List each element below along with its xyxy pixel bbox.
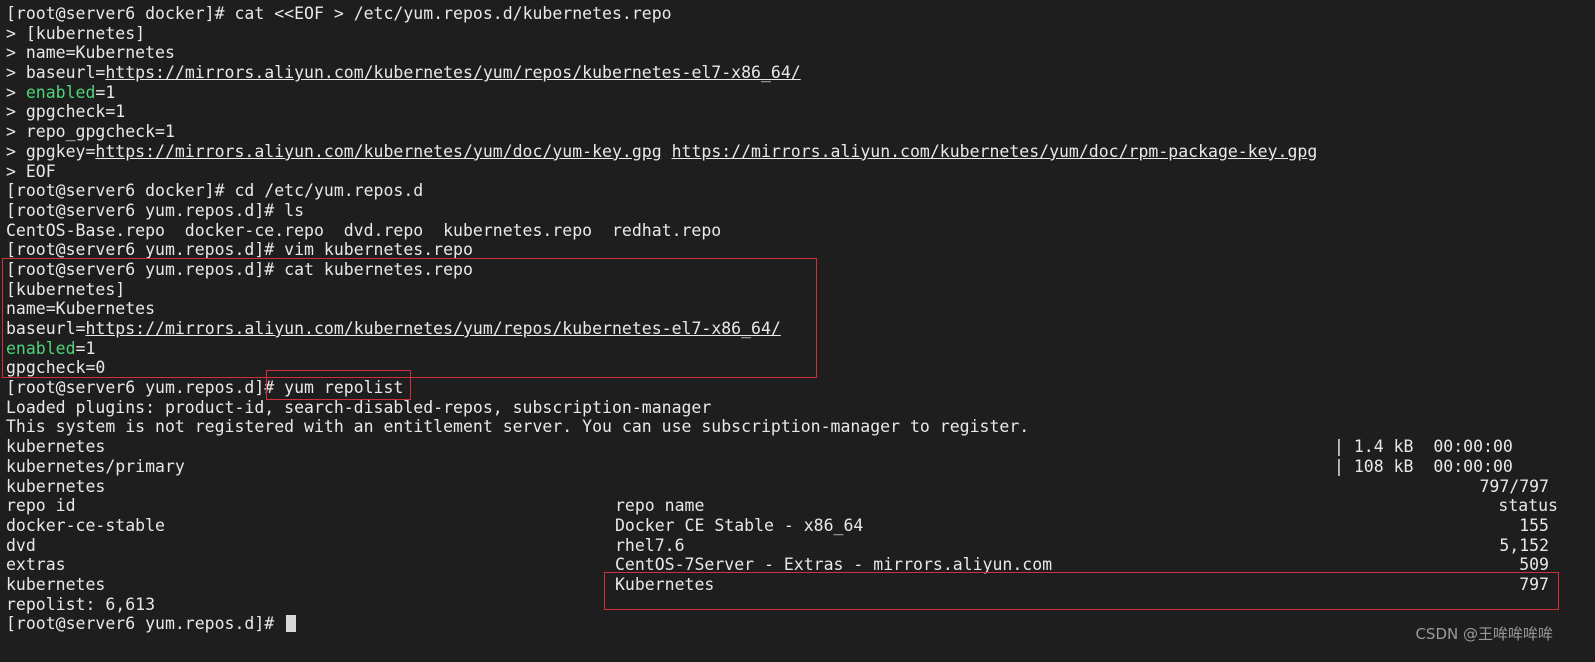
terminal-output[interactable]: [root@server6 docker]# cat <<EOF > /etc/… bbox=[6, 4, 1591, 634]
line-heredoc-gpgkey: > gpgkey=https://mirrors.aliyun.com/kube… bbox=[6, 141, 1318, 161]
line-progress: kubernetes 797/797 bbox=[6, 476, 1549, 496]
line-file-name: name=Kubernetes bbox=[6, 299, 156, 319]
line-heredoc-enabled: > enabled=1 bbox=[6, 82, 116, 102]
watermark: CSDN @王哞哞哞哞 bbox=[1415, 625, 1553, 643]
line-repolist-total: repolist: 6,613 bbox=[6, 594, 156, 614]
line-repolist-command: [root@server6 yum.repos.d]# yum repolist bbox=[6, 378, 404, 398]
line-download-2: kubernetes/primary | 108 kB 00:00:00 bbox=[6, 456, 1513, 476]
line-heredoc-command: [root@server6 docker]# cat <<EOF > /etc/… bbox=[6, 4, 672, 23]
line-download-1: kubernetes | 1.4 kB 00:00:00 bbox=[6, 437, 1513, 457]
line-heredoc-repo-gpgcheck: > repo_gpgcheck=1 bbox=[6, 122, 175, 142]
line-file-enabled: enabled=1 bbox=[6, 338, 96, 358]
table-row: docker-ce-stable Docker CE Stable - x86_6… bbox=[6, 515, 1549, 535]
line-heredoc-name: > name=Kubernetes bbox=[6, 43, 175, 63]
line-registration-notice: This system is not registered with an en… bbox=[6, 417, 1030, 437]
table-row: extras CentOS-7Server - Extras - mirrors.… bbox=[6, 555, 1549, 575]
file-baseurl-link: https://mirrors.aliyun.com/kubernetes/yu… bbox=[85, 319, 781, 338]
line-heredoc-gpgcheck: > gpgcheck=1 bbox=[6, 102, 126, 122]
line-current-prompt[interactable]: [root@server6 yum.repos.d]# bbox=[6, 614, 1591, 634]
line-file-baseurl: baseurl=https://mirrors.aliyun.com/kuber… bbox=[6, 319, 781, 338]
table-row: dvd rhel7.6 5,152 bbox=[6, 535, 1549, 555]
gpgkey-link-2: https://mirrors.aliyun.com/kubernetes/yu… bbox=[671, 141, 1318, 161]
line-heredoc-baseurl: > baseurl=https://mirrors.aliyun.com/kub… bbox=[6, 63, 801, 83]
line-cd-command: [root@server6 docker]# cd /etc/yum.repos… bbox=[6, 181, 424, 201]
repo-table-header: repo id repo name status bbox=[6, 496, 1558, 516]
line-heredoc-section: > [kubernetes] bbox=[6, 23, 146, 43]
baseurl-link: https://mirrors.aliyun.com/kubernetes/yu… bbox=[105, 63, 801, 83]
line-file-gpgcheck: gpgcheck=0 bbox=[6, 358, 106, 378]
line-vim-command: [root@server6 yum.repos.d]# vim kubernet… bbox=[6, 240, 473, 260]
line-file-section: [kubernetes] bbox=[6, 279, 126, 299]
gpgkey-link-1: https://mirrors.aliyun.com/kubernetes/yu… bbox=[95, 141, 662, 161]
line-heredoc-eof: > EOF bbox=[6, 161, 56, 181]
cursor bbox=[286, 615, 297, 633]
line-ls-output: CentOS-Base.repo docker-ce.repo dvd.repo… bbox=[6, 220, 722, 240]
table-row: kubernetes Kubernetes 797 bbox=[6, 574, 1549, 594]
line-loaded-plugins: Loaded plugins: product-id, search-disab… bbox=[6, 397, 712, 417]
line-ls-command: [root@server6 yum.repos.d]# ls bbox=[6, 200, 305, 220]
line-cat-command: [root@server6 yum.repos.d]# cat kubernet… bbox=[6, 259, 473, 279]
